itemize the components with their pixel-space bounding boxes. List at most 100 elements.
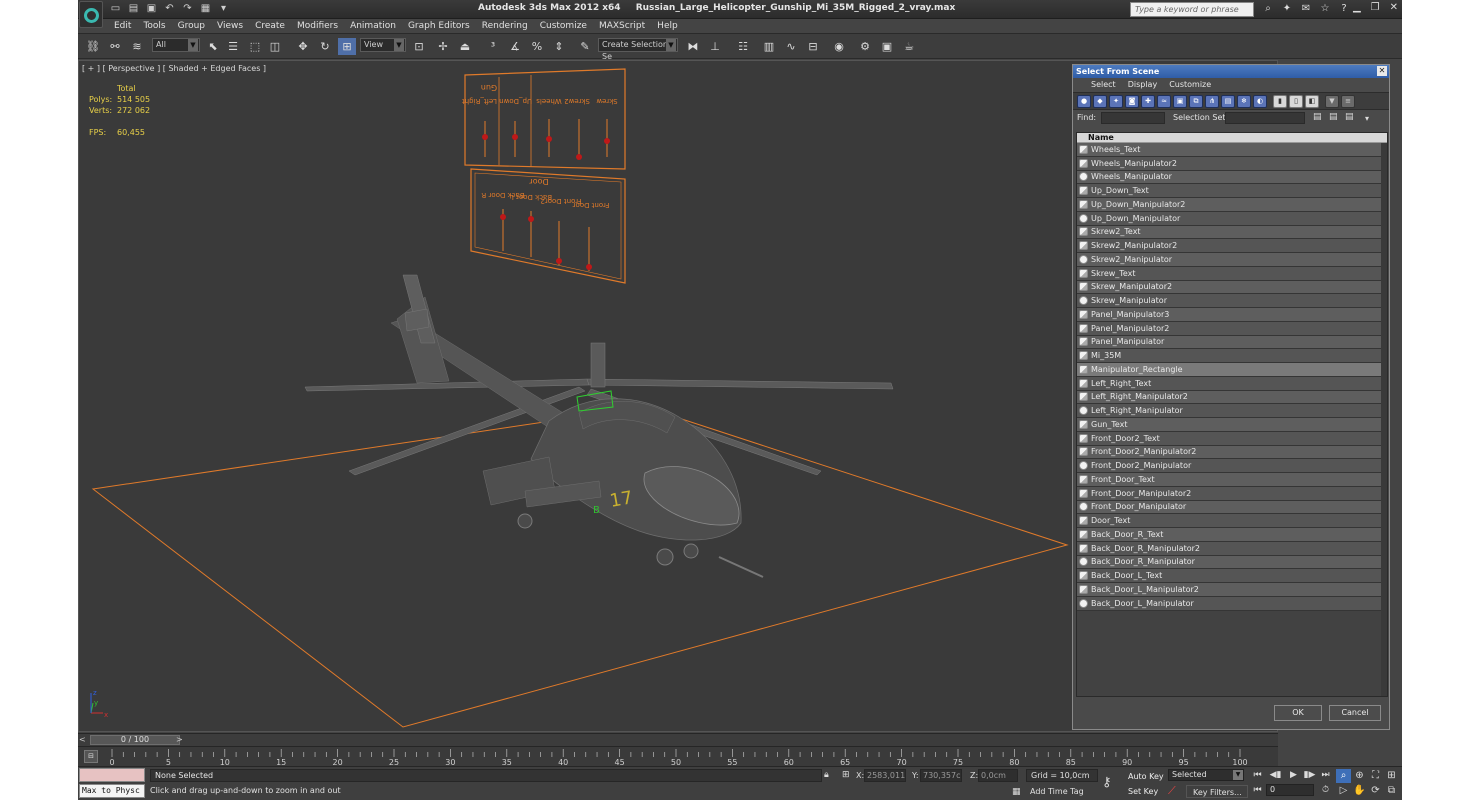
list-header-name[interactable]: Name xyxy=(1077,133,1387,143)
display-geometry-icon[interactable]: ● xyxy=(1077,95,1091,108)
list-item[interactable]: Back_Door_R_Manipulator2 xyxy=(1077,541,1387,556)
spinner-snap-icon[interactable]: ⇕ xyxy=(550,38,568,55)
unlink-icon[interactable]: ⚯ xyxy=(106,38,124,55)
curve-editor-icon[interactable]: ∿ xyxy=(782,38,800,55)
render-production-icon[interactable]: ☕ xyxy=(900,38,918,55)
list-item[interactable]: Wheels_Text xyxy=(1077,143,1387,157)
list-item[interactable]: Up_Down_Text xyxy=(1077,184,1387,198)
key-filters-button[interactable]: Key Filters... xyxy=(1186,785,1248,798)
orbit-icon[interactable]: ⟳ xyxy=(1368,784,1383,798)
layer-manager-icon[interactable]: ☷ xyxy=(734,38,752,55)
select-none-icon[interactable]: ▯ xyxy=(1289,95,1303,108)
filter-options-icon[interactable]: ≡ xyxy=(1341,95,1355,108)
search-input[interactable]: Type a keyword or phrase xyxy=(1130,2,1254,17)
menu-edit[interactable]: Edit xyxy=(108,19,137,33)
list-item[interactable]: Panel_Manipulator xyxy=(1077,335,1387,350)
graphite-ribbon-icon[interactable]: ▥ xyxy=(760,38,778,55)
open-file-icon[interactable]: ▤ xyxy=(126,2,141,16)
menu-tools[interactable]: Tools xyxy=(137,19,171,33)
list-item[interactable]: Skrew2_Manipulator2 xyxy=(1077,239,1387,253)
list-scrollbar[interactable] xyxy=(1381,143,1387,696)
selection-set-remove-icon[interactable]: ▤ xyxy=(1329,112,1338,122)
previous-frame-icon[interactable]: ◀▮ xyxy=(1268,769,1283,782)
list-item[interactable]: Skrew2_Manipulator xyxy=(1077,253,1387,267)
list-item[interactable]: Door_Text xyxy=(1077,514,1387,528)
slider-knob-front-door2[interactable] xyxy=(556,258,562,264)
z-coord-field[interactable]: 0,0cm xyxy=(978,769,1018,782)
select-object-icon[interactable]: ⬉ xyxy=(204,38,222,55)
dialog-close-icon[interactable]: ✕ xyxy=(1377,66,1387,76)
new-file-icon[interactable]: ▭ xyxy=(108,2,123,16)
set-key-button[interactable]: Set Key xyxy=(1128,785,1166,798)
schematic-view-icon[interactable]: ⊟ xyxy=(804,38,822,55)
key-mode-toggle-icon[interactable]: ⏮ xyxy=(1250,784,1265,797)
select-invert-icon[interactable]: ◧ xyxy=(1305,95,1319,108)
list-item[interactable]: Front_Door_Manipulator xyxy=(1077,500,1387,515)
render-setup-icon[interactable]: ⚙ xyxy=(856,38,874,55)
list-item[interactable]: Front_Door_Manipulator2 xyxy=(1077,486,1387,501)
control-panel-doors[interactable]: Door Back Door R Back Door L Front Door2… xyxy=(470,168,626,284)
menu-modifiers[interactable]: Modifiers xyxy=(291,19,344,33)
zoom-extents-icon[interactable]: ⛶ xyxy=(1368,769,1383,783)
slider-knob-wheels[interactable] xyxy=(546,136,552,142)
list-item[interactable]: Front_Door2_Manipulator2 xyxy=(1077,445,1387,460)
keyboard-shortcut-override-icon[interactable]: ⏏ xyxy=(456,38,474,55)
list-item[interactable]: Up_Down_Manipulator2 xyxy=(1077,198,1387,212)
display-containers-icon[interactable]: ▤ xyxy=(1221,95,1235,108)
time-slider-thumb[interactable]: 0 / 100 xyxy=(90,735,180,745)
pan-view-icon[interactable]: ✋ xyxy=(1352,784,1367,798)
angle-snap-icon[interactable]: ∡ xyxy=(506,38,524,55)
find-input[interactable] xyxy=(1101,112,1165,124)
undo-icon[interactable]: ↶ xyxy=(162,2,177,16)
slider-knob-back-door-l[interactable] xyxy=(528,216,534,222)
goto-start-icon[interactable]: ⏮ xyxy=(1250,769,1265,782)
window-crossing-icon[interactable]: ◫ xyxy=(266,38,284,55)
time-tag-icon[interactable]: ▦ xyxy=(1012,787,1021,797)
list-item[interactable]: Back_Door_R_Text xyxy=(1077,528,1387,542)
display-groups-icon[interactable]: ▣ xyxy=(1173,95,1187,108)
rectangular-selection-icon[interactable]: ⬚ xyxy=(246,38,264,55)
save-file-icon[interactable]: ▣ xyxy=(144,2,159,16)
slider-knob-skrew2[interactable] xyxy=(576,154,582,160)
time-configuration-icon[interactable]: ⏱ xyxy=(1318,784,1333,797)
binoculars-icon[interactable]: ⌕ xyxy=(1260,2,1276,16)
y-coord-field[interactable]: 730,357cm xyxy=(920,769,962,782)
set-keys-icon[interactable]: ⟋ xyxy=(1168,784,1182,798)
selection-set-edit-icon[interactable]: ▤ xyxy=(1345,112,1354,122)
list-item[interactable]: Front_Door2_Manipulator xyxy=(1077,459,1387,473)
absolute-mode-icon[interactable]: ⊞ xyxy=(842,770,850,780)
list-item[interactable]: Left_Right_Manipulator xyxy=(1077,404,1387,418)
time-prev-icon[interactable]: < xyxy=(79,735,87,745)
menu-create[interactable]: Create xyxy=(249,19,291,33)
link-icon[interactable]: ⛓ xyxy=(84,38,102,55)
add-time-tag-button[interactable]: Add Time Tag xyxy=(1030,787,1084,796)
mirror-icon[interactable]: ⧓ xyxy=(684,38,702,55)
display-helpers-icon[interactable]: ✚ xyxy=(1141,95,1155,108)
select-manipulate-icon[interactable]: ✢ xyxy=(434,38,452,55)
selection-set-add-icon[interactable]: ▤ xyxy=(1313,112,1322,122)
zoom-extents-all-icon[interactable]: ⊞ xyxy=(1384,769,1399,783)
cancel-button[interactable]: Cancel xyxy=(1329,705,1381,721)
menu-customize[interactable]: Customize xyxy=(534,19,593,33)
time-slider[interactable]: < 0 / 100 > xyxy=(78,733,1278,746)
list-item[interactable]: Manipulator_Rectangle xyxy=(1077,363,1387,377)
slider-knob-back-door-r[interactable] xyxy=(500,214,506,220)
percent-snap-icon[interactable]: % xyxy=(528,38,546,55)
zoom-all-icon[interactable]: ⊕ xyxy=(1352,769,1367,783)
display-shapes-icon[interactable]: ◆ xyxy=(1093,95,1107,108)
redo-icon[interactable]: ↷ xyxy=(180,2,195,16)
menu-graph-editors[interactable]: Graph Editors xyxy=(402,19,476,33)
named-selection-set-dropdown[interactable]: Create Selection Se xyxy=(598,38,678,61)
list-item[interactable]: Panel_Manipulator2 xyxy=(1077,321,1387,336)
key-mode-dropdown[interactable]: Selected xyxy=(1168,769,1244,781)
maximize-viewport-icon[interactable]: ⧉ xyxy=(1384,784,1399,798)
slider-knob-left-right[interactable] xyxy=(512,134,518,140)
minimize-icon[interactable]: ▁ xyxy=(1353,2,1361,13)
list-item[interactable]: Front_Door_Text xyxy=(1077,473,1387,487)
list-item[interactable]: Up_Down_Manipulator xyxy=(1077,211,1387,226)
rendered-frame-window-icon[interactable]: ▣ xyxy=(878,38,896,55)
auto-key-button[interactable]: Auto Key xyxy=(1128,770,1166,783)
list-item[interactable]: Skrew_Manipulator xyxy=(1077,294,1387,308)
menu-views[interactable]: Views xyxy=(211,19,249,33)
snaps-toggle-icon[interactable]: ³ xyxy=(484,38,502,55)
